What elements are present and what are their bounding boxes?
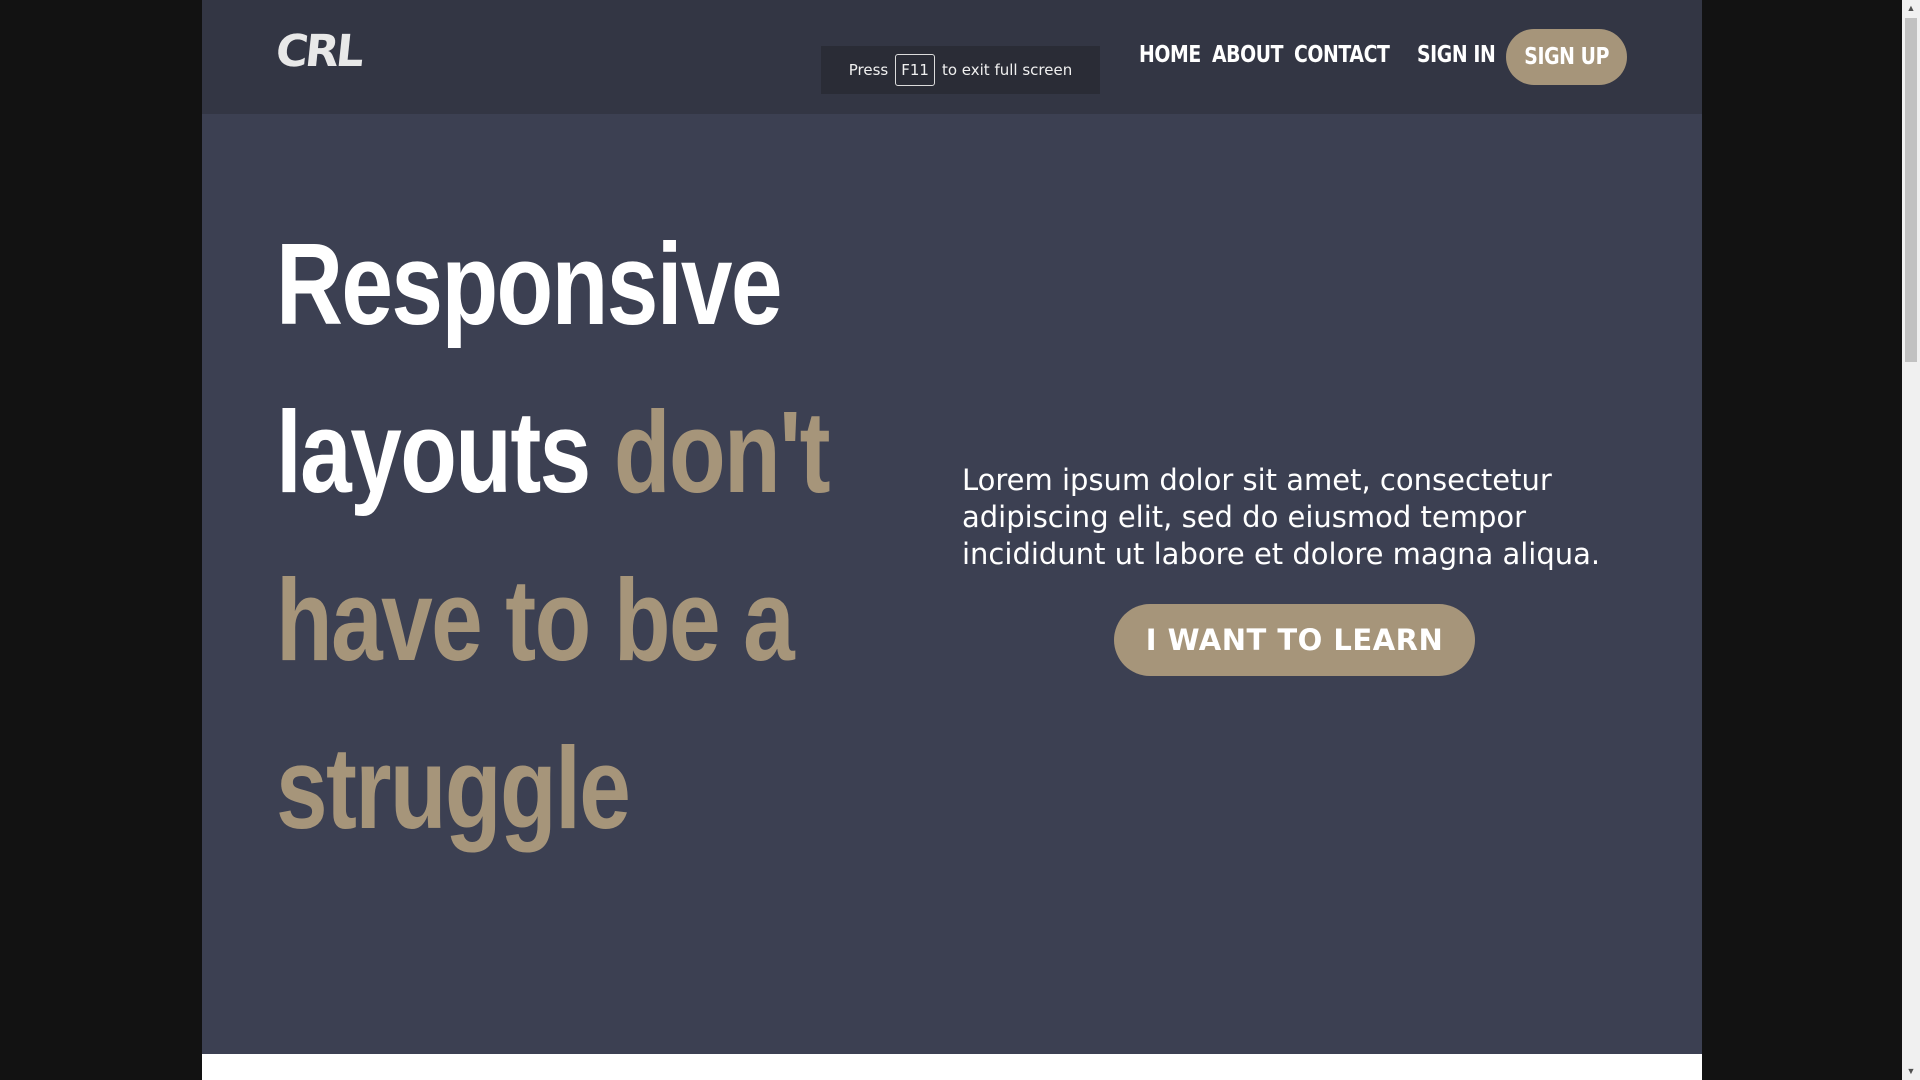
sign-up-label: SIGN UP: [1524, 44, 1609, 70]
headline-line-4: struggle: [276, 723, 631, 853]
fullscreen-hint: Press F11 to exit full screen: [821, 46, 1100, 94]
headline-accent-word: don't: [613, 387, 831, 517]
sign-in-link[interactable]: SIGN IN: [1417, 42, 1496, 68]
f11-key-badge: F11: [895, 54, 935, 86]
fullscreen-hint-suffix: to exit full screen: [941, 61, 1073, 79]
nav-about-link[interactable]: ABOUT: [1212, 42, 1284, 68]
headline-white-word: layouts: [276, 387, 591, 517]
headline-line-2: layouts don't: [276, 368, 831, 536]
page: CRL Press F11 to exit full screen HOME A…: [202, 0, 1702, 1080]
headline-line-3: have to be a: [276, 555, 795, 685]
fullscreen-hint-prefix: Press: [848, 61, 889, 79]
site-logo[interactable]: CRL: [273, 26, 364, 77]
page-scrollbar[interactable]: ▲ ▼: [1902, 0, 1920, 1080]
hero-headline: Responsive layouts don't have to be a st…: [276, 200, 916, 872]
next-section: [202, 1054, 1702, 1080]
sign-up-button[interactable]: SIGN UP: [1506, 29, 1627, 85]
scrollbar-thumb[interactable]: [1905, 18, 1917, 362]
learn-cta-button[interactable]: I WANT TO LEARN: [1114, 604, 1475, 676]
site-header: CRL Press F11 to exit full screen HOME A…: [202, 0, 1702, 114]
hero-intro-text: Lorem ipsum dolor sit amet, consectetur …: [962, 463, 1601, 571]
scroll-up-arrow-icon[interactable]: ▲: [1902, 0, 1920, 17]
nav-home-link[interactable]: HOME: [1139, 42, 1201, 68]
scroll-down-arrow-icon[interactable]: ▼: [1902, 1063, 1920, 1080]
headline-line-1: Responsive: [276, 219, 783, 349]
nav-contact-link[interactable]: CONTACT: [1294, 42, 1390, 68]
